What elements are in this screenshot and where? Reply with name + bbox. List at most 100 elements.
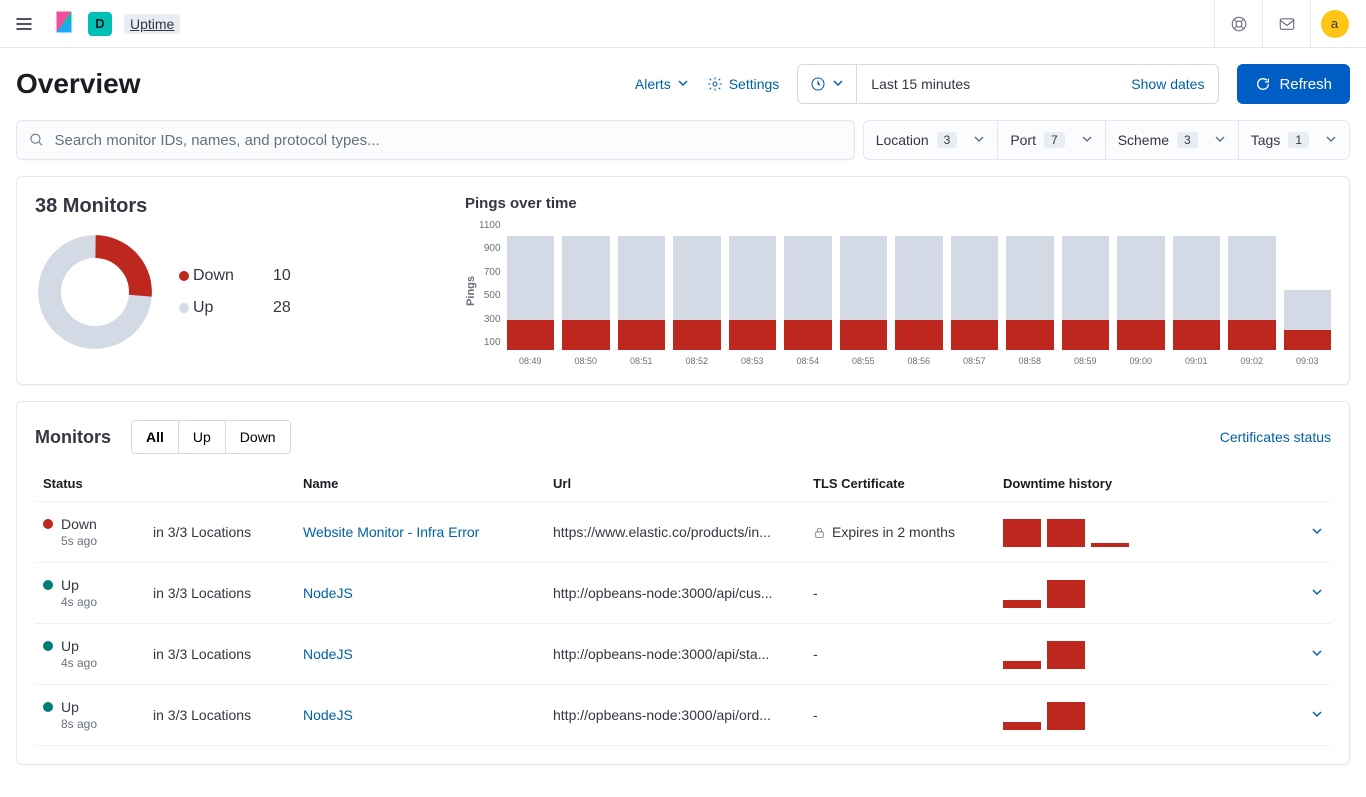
status-text: Down [61,516,97,532]
bar-column: 09:03 [1284,230,1332,366]
bar-up-segment [1117,236,1165,320]
chevron-down-icon [1325,132,1337,148]
bar-x-label: 08:54 [797,356,820,366]
legend-dot [179,303,189,313]
chevron-down-icon [1081,132,1093,148]
bar-up-segment [562,236,610,320]
alerts-dropdown[interactable]: Alerts [635,76,689,92]
breadcrumb-uptime[interactable]: Uptime [124,14,180,34]
overview-card: 38 Monitors Down10Up28 Pings over time P… [16,176,1350,385]
menu-toggle[interactable] [8,8,40,40]
legend-value: 28 [273,299,313,317]
kibana-logo[interactable] [52,10,76,37]
bar-down-segment [729,320,777,350]
spark-bar [1091,543,1129,547]
bar-column: 08:58 [1006,230,1054,366]
spark-bar [1091,728,1129,730]
url-cell: http://opbeans-node:3000/api/sta... [545,624,805,685]
bar-x-label: 08:57 [963,356,986,366]
status-ago: 4s ago [43,595,137,609]
expand-row-button[interactable] [1291,624,1331,685]
status-dot [43,519,53,529]
status-donut-chart [35,232,155,352]
search-box[interactable] [16,120,855,160]
url-cell: http://opbeans-node:3000/api/ord... [545,685,805,746]
filter-port[interactable]: Port7 [998,121,1105,159]
tab-up[interactable]: Up [179,421,226,453]
space-selector[interactable]: D [88,12,112,36]
filter-label: Tags [1251,132,1281,148]
bar-column: 09:01 [1173,230,1221,366]
time-quick-select[interactable] [798,65,857,103]
bar-x-label: 09:00 [1130,356,1153,366]
downtime-sparkline [1003,639,1283,669]
bar-column: 08:52 [673,230,721,366]
tab-all[interactable]: All [132,421,179,453]
legend-dot [179,271,189,281]
filter-location[interactable]: Location3 [864,121,999,159]
pings-bar-chart: Pings 1100900700500300100 08:4908:5008:5… [465,216,1331,366]
locations-cell: in 3/3 Locations [145,685,295,746]
locations-cell: in 3/3 Locations [145,563,295,624]
bar-down-segment [784,320,832,350]
column-header: Url [545,466,805,502]
page-title: Overview [16,68,619,100]
filter-scheme[interactable]: Scheme 3 [1106,121,1239,159]
mail-button[interactable] [1262,0,1310,48]
refresh-button[interactable]: Refresh [1237,64,1350,104]
bar-column: 08:55 [840,230,888,366]
tab-down[interactable]: Down [226,421,290,453]
filter-label: Scheme [1118,132,1169,148]
monitors-list-card: Monitors AllUpDown Certificates status S… [16,401,1350,765]
url-cell: https://www.elastic.co/products/in... [545,502,805,563]
bar-column: 08:57 [951,230,999,366]
search-input[interactable] [55,132,842,149]
bar-x-label: 08:53 [741,356,764,366]
monitor-name-link[interactable]: NodeJS [303,707,353,723]
locations-cell: in 3/3 Locations [145,502,295,563]
bar-x-label: 08:55 [852,356,875,366]
bar-x-label: 08:52 [686,356,709,366]
lifebuoy-icon [1230,15,1248,33]
user-menu[interactable]: a [1310,0,1358,48]
filter-count-badge: 1 [1288,132,1309,148]
bar-down-segment [1006,320,1054,350]
monitor-name-link[interactable]: NodeJS [303,585,353,601]
newsfeed-button[interactable] [1214,0,1262,48]
expand-row-button[interactable] [1291,502,1331,563]
tls-text: - [805,685,995,746]
expand-row-button[interactable] [1291,563,1331,624]
bar-x-label: 08:49 [519,356,542,366]
bar-down-segment [1284,330,1332,350]
alerts-label: Alerts [635,76,671,92]
bar-x-label: 08:50 [575,356,598,366]
bar-up-segment [1006,236,1054,320]
time-range-text[interactable]: Last 15 minutes [857,76,1117,92]
show-dates-link[interactable]: Show dates [1117,76,1218,92]
downtime-sparkline [1003,578,1283,608]
bar-column: 09:02 [1228,230,1276,366]
chevron-down-icon [832,76,844,92]
tls-text: Expires in 2 months [832,524,955,540]
certificates-status-link[interactable]: Certificates status [1220,429,1331,445]
table-row: Down5s agoin 3/3 LocationsWebsite Monito… [35,502,1331,563]
settings-link[interactable]: Settings [707,76,780,92]
filter-tags[interactable]: Tags 1 [1239,121,1349,159]
bar-x-label: 08:56 [908,356,931,366]
bar-x-label: 08:58 [1019,356,1042,366]
monitors-list-title: Monitors [35,427,111,448]
pings-y-label: Pings [465,276,477,306]
chevron-down-icon [1311,524,1323,540]
bar-column: 08:53 [729,230,777,366]
pings-chart-title: Pings over time [465,195,1331,212]
monitor-name-link[interactable]: NodeJS [303,646,353,662]
lock-icon [813,526,826,539]
bar-down-segment [1228,320,1276,350]
bar-up-segment [1062,236,1110,320]
chevron-down-icon [1214,132,1226,148]
monitor-name-link[interactable]: Website Monitor - Infra Error [303,524,479,540]
bar-x-label: 08:59 [1074,356,1097,366]
filter-count-badge: 3 [1177,132,1198,148]
expand-row-button[interactable] [1291,685,1331,746]
bar-x-label: 08:51 [630,356,653,366]
